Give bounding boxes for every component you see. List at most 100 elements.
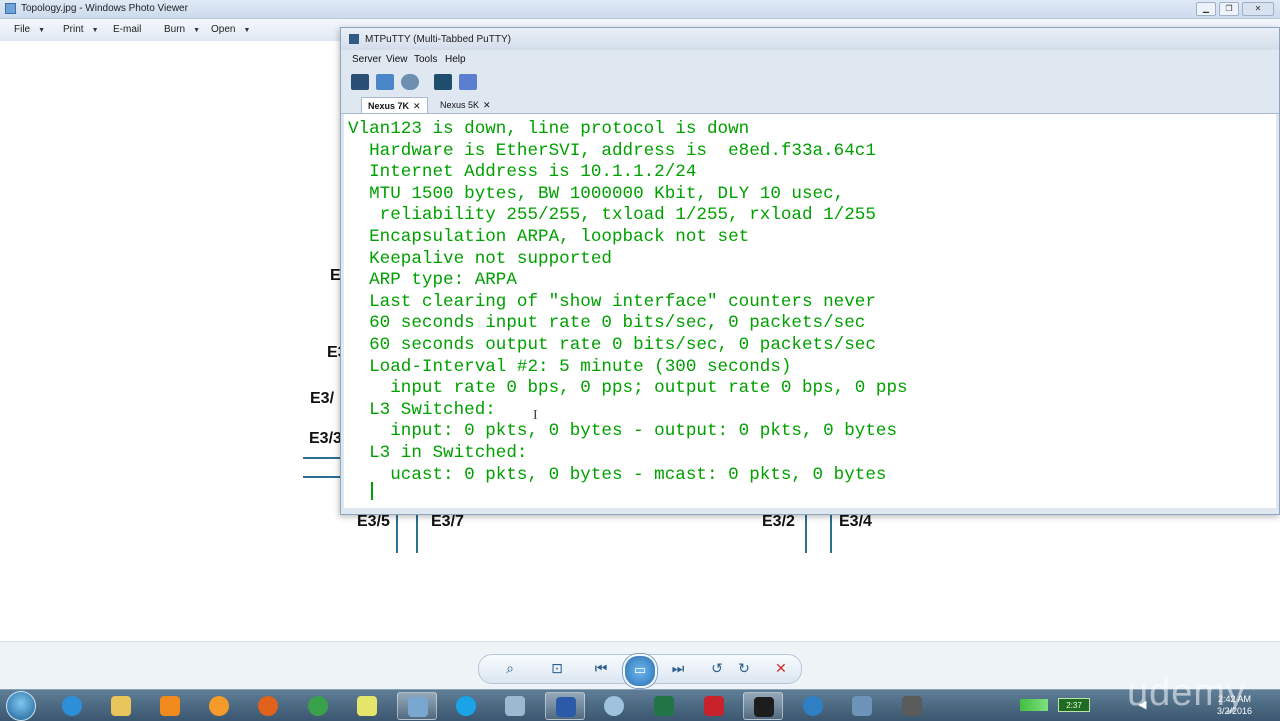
- menu-tools[interactable]: Tools: [414, 54, 437, 65]
- tab-nexus-7k[interactable]: Nexus 7K ✕: [361, 97, 428, 113]
- delete-icon[interactable]: ✕: [771, 659, 791, 677]
- photo-viewer-title: Topology.jpg - Windows Photo Viewer: [21, 3, 188, 14]
- terminal-line: Encapsulation ARPA, loopback not set: [348, 227, 750, 247]
- settings-icon[interactable]: [401, 74, 419, 90]
- mtputty-window: MTPuTTY (Multi-Tabbed PuTTY) Server View…: [340, 27, 1280, 515]
- topology-port-label: E3/5: [357, 513, 390, 530]
- next-icon[interactable]: ⏭: [668, 659, 688, 677]
- close-icon[interactable]: ✕: [483, 100, 491, 110]
- remote-desktop-icon[interactable]: [842, 692, 882, 720]
- topology-link: [396, 515, 398, 553]
- terminal-line: L3 in Switched:: [348, 443, 528, 463]
- browser-icon[interactable]: [793, 692, 833, 720]
- photo-viewer-controls: ⌕ ⊡ ⏮ ▭ ⏭ ↺ ↻ ✕: [0, 641, 1280, 690]
- topology-link: [830, 515, 832, 553]
- mtputty-titlebar: MTPuTTY (Multi-Tabbed PuTTY): [341, 28, 1279, 50]
- slideshow-icon[interactable]: ▭: [623, 654, 657, 688]
- terminal-line: reliability 255/255, txload 1/255, rxloa…: [348, 205, 876, 226]
- firefox-icon[interactable]: [248, 692, 288, 720]
- terminal-line: Hardware is EtherSVI, address is e8ed.f3…: [348, 140, 876, 161]
- paint-icon[interactable]: [199, 692, 239, 720]
- terminal-line: 60 seconds input rate 0 bits/sec, 0 pack…: [348, 313, 866, 334]
- terminal-line: Vlan123 is down, line protocol is down: [348, 119, 750, 139]
- zoom-icon[interactable]: ⌕: [500, 659, 520, 677]
- topology-link: [303, 476, 343, 478]
- open-folder-icon[interactable]: [376, 74, 394, 90]
- windows-taskbar: 2:37 ◀ 2:42 AM 3/2/2016: [0, 689, 1280, 721]
- previous-icon[interactable]: ⏮: [591, 659, 611, 677]
- skype-icon[interactable]: [446, 692, 486, 720]
- terminal-line: Last clearing of "show interface" counte…: [348, 291, 876, 312]
- menu-burn-label: Burn: [164, 24, 186, 35]
- topology-link: [805, 515, 807, 553]
- terminal-line: input rate 0 bps, 0 pps; output rate 0 b…: [348, 378, 908, 399]
- minimize-button[interactable]: ▁: [1196, 2, 1216, 16]
- terminal-line: Internet Address is 10.1.1.2/24: [348, 162, 697, 183]
- console-icon[interactable]: [434, 74, 452, 90]
- menu-server[interactable]: Server: [352, 54, 381, 65]
- topology-port-label: E3/3: [309, 430, 342, 447]
- photo-viewer-taskbar-icon[interactable]: [397, 692, 437, 720]
- battery-icon[interactable]: 2:37: [1058, 698, 1090, 712]
- terminal-output[interactable]: I Vlan123 is down, line protocol is down…: [344, 114, 1276, 508]
- mtputty-menubar: Server View Tools Help: [341, 51, 1279, 69]
- topology-port-label: E3/7: [431, 513, 464, 530]
- menu-open[interactable]: Open ▼: [211, 24, 250, 35]
- putty-icon: [349, 34, 359, 44]
- signal-icon[interactable]: [1020, 699, 1048, 711]
- chevron-down-icon: ▼: [91, 27, 99, 34]
- tab-nexus-5k[interactable]: Nexus 5K ✕: [434, 97, 497, 113]
- topology-link: [416, 515, 418, 553]
- menu-file-label: File: [14, 24, 31, 35]
- topology-port-label: E3/4: [839, 513, 872, 530]
- maximize-button[interactable]: ❐: [1219, 2, 1239, 16]
- rotate-right-icon[interactable]: ↻: [734, 659, 754, 677]
- menu-print-label: Print: [63, 24, 84, 35]
- tab-label: Nexus 7K: [368, 101, 410, 111]
- search-icon[interactable]: [594, 692, 634, 720]
- new-session-icon[interactable]: [351, 74, 369, 90]
- menu-file[interactable]: File ▼: [14, 24, 45, 35]
- mtputty-taskbar-icon[interactable]: [743, 692, 783, 720]
- internet-explorer-icon[interactable]: [52, 692, 92, 720]
- start-button[interactable]: [6, 691, 36, 721]
- photo-viewer-titlebar: Topology.jpg - Windows Photo Viewer ▁ ❐ …: [0, 0, 1280, 19]
- mtputty-toolbar: [341, 70, 1279, 96]
- close-icon[interactable]: ✕: [413, 101, 421, 111]
- menu-view[interactable]: View: [386, 54, 408, 65]
- excel-icon[interactable]: [644, 692, 684, 720]
- mtputty-title: MTPuTTY (Multi-Tabbed PuTTY): [365, 34, 511, 45]
- chevron-down-icon: ▼: [193, 27, 201, 34]
- menu-help[interactable]: Help: [445, 54, 466, 65]
- photo-viewer-icon: [5, 3, 16, 14]
- fit-icon[interactable]: ⊡: [547, 659, 567, 677]
- menu-print[interactable]: Print ▼: [63, 24, 99, 35]
- media-player-icon[interactable]: [150, 692, 190, 720]
- menu-burn[interactable]: Burn ▼: [164, 24, 200, 35]
- photo-viewer-window-controls: ▁ ❐ ✕: [1196, 2, 1274, 16]
- terminal-line: ucast: 0 pkts, 0 bytes - mcast: 0 pkts, …: [348, 464, 887, 485]
- close-button[interactable]: ✕: [1242, 2, 1274, 16]
- script-icon[interactable]: [459, 74, 477, 90]
- tool-icon[interactable]: [495, 692, 535, 720]
- chevron-down-icon: ▼: [38, 27, 46, 34]
- chevron-down-icon: ▼: [243, 27, 251, 34]
- menu-email[interactable]: E-mail: [113, 24, 141, 35]
- topology-port-label: E3/2: [762, 513, 795, 530]
- terminal-line: Keepalive not supported: [348, 248, 612, 269]
- terminal-line: MTU 1500 bytes, BW 1000000 Kbit, DLY 10 …: [348, 183, 845, 204]
- terminal-line: Load-Interval #2: 5 minute (300 seconds): [348, 356, 792, 377]
- udemy-watermark: udemy: [1126, 672, 1246, 714]
- acrobat-icon[interactable]: [694, 692, 734, 720]
- word-icon[interactable]: [545, 692, 585, 720]
- chrome-icon[interactable]: [298, 692, 338, 720]
- file-explorer-icon[interactable]: [101, 692, 141, 720]
- network-tool-icon[interactable]: [892, 692, 932, 720]
- notes-icon[interactable]: [347, 692, 387, 720]
- topology-link: [303, 457, 343, 459]
- terminal-line: ARP type: ARPA: [348, 270, 517, 291]
- terminal-line: input: 0 pkts, 0 bytes - output: 0 pkts,…: [348, 421, 898, 442]
- tab-label: Nexus 5K: [440, 100, 480, 110]
- rotate-left-icon[interactable]: ↺: [707, 659, 727, 677]
- menu-open-label: Open: [211, 24, 236, 35]
